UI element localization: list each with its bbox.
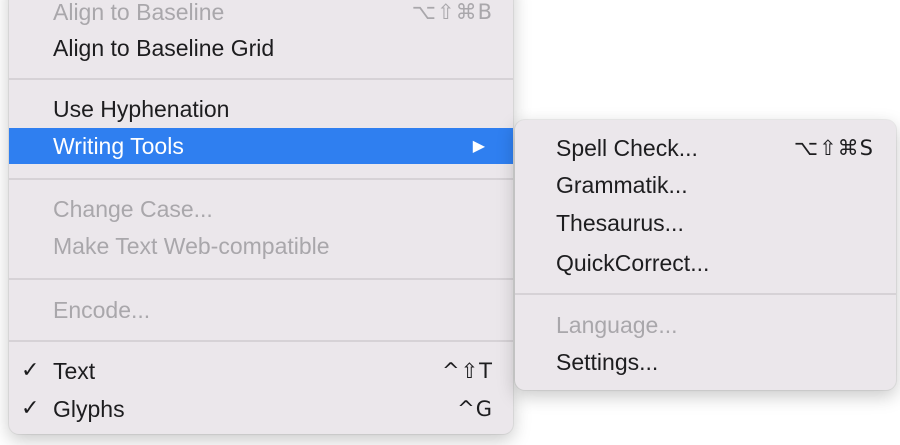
submenu-item-settings[interactable]: Settings...: [515, 344, 896, 380]
menu-item-text[interactable]: ✓ Text ^⇧T: [9, 353, 513, 389]
menu-item-align-to-baseline-grid[interactable]: Align to Baseline Grid: [9, 30, 513, 66]
menu-item-make-text-web-compatible: Make Text Web-compatible: [9, 228, 513, 264]
menu-separator: [9, 178, 513, 180]
menu-separator: [9, 340, 513, 342]
menu-item-label: QuickCorrect...: [556, 250, 710, 276]
checkmark-icon: ✓: [21, 396, 40, 421]
menu-separator: [9, 78, 513, 80]
menu-item-label: Text: [53, 358, 96, 384]
menu-item-label: Grammatik...: [556, 172, 688, 198]
menu-item-label: Use Hyphenation: [53, 96, 230, 122]
menu-item-label: Align to Baseline: [53, 0, 225, 25]
menu-item-label: Language...: [556, 312, 678, 338]
menu-item-use-hyphenation[interactable]: Use Hyphenation: [9, 91, 513, 127]
menu-item-glyphs[interactable]: ✓ Glyphs ^G: [9, 391, 513, 427]
menu-item-label: Change Case...: [53, 196, 213, 222]
keyboard-shortcut: ^⇧T: [441, 359, 493, 383]
keyboard-shortcut: ⌥⇧⌘B: [411, 0, 493, 24]
submenu-item-language: Language...: [515, 307, 896, 343]
submenu-item-grammatik[interactable]: Grammatik...: [515, 167, 896, 203]
menu-item-writing-tools[interactable]: Writing Tools ▶: [9, 128, 513, 164]
submenu-item-quickcorrect[interactable]: QuickCorrect...: [515, 245, 896, 281]
screen: Align to Baseline ⌥⇧⌘B Align to Baseline…: [0, 0, 900, 445]
menu-item-label: Thesaurus...: [556, 210, 684, 236]
menu-item-label: Align to Baseline Grid: [53, 35, 275, 61]
menu-item-change-case: Change Case...: [9, 191, 513, 227]
context-menu: Align to Baseline ⌥⇧⌘B Align to Baseline…: [9, 0, 513, 434]
menu-item-label: Glyphs: [53, 396, 125, 422]
menu-item-label: Make Text Web-compatible: [53, 233, 330, 259]
keyboard-shortcut: ^G: [457, 397, 493, 421]
keyboard-shortcut: ⌥⇧⌘S: [793, 136, 874, 160]
submenu-arrow-icon: ▶: [472, 136, 485, 155]
menu-separator: [515, 293, 896, 295]
menu-item-label: Spell Check...: [556, 135, 698, 161]
menu-item-encode: Encode...: [9, 292, 513, 328]
menu-item-align-to-baseline: Align to Baseline ⌥⇧⌘B: [9, 0, 513, 30]
menu-item-label: Settings...: [556, 349, 659, 375]
menu-separator: [9, 278, 513, 280]
checkmark-icon: ✓: [21, 358, 40, 383]
menu-item-label: Writing Tools: [53, 133, 184, 159]
submenu-item-spell-check[interactable]: Spell Check... ⌥⇧⌘S: [515, 130, 896, 166]
submenu-item-thesaurus[interactable]: Thesaurus...: [515, 205, 896, 241]
menu-item-label: Encode...: [53, 297, 151, 323]
writing-tools-submenu: Spell Check... ⌥⇧⌘S Grammatik... Thesaur…: [515, 120, 896, 390]
